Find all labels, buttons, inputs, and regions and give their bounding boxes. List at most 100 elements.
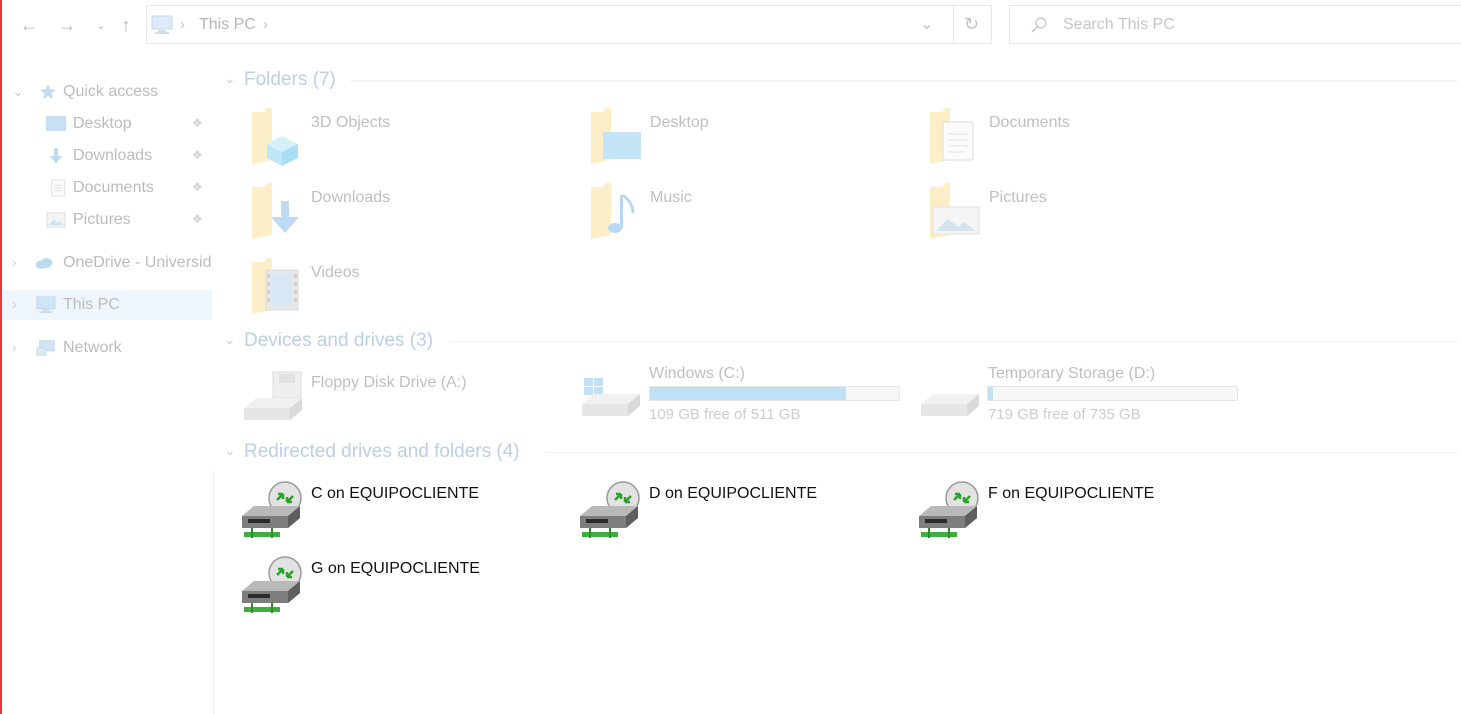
expand-chevron-icon[interactable]: › xyxy=(12,296,17,312)
floppy-drive-icon xyxy=(244,371,302,420)
drive-usage-bar xyxy=(987,386,1238,401)
search-box[interactable]: Search This PC xyxy=(1009,5,1461,44)
redirected-drive-g[interactable]: G on EQUIPOCLIENTE xyxy=(240,555,570,617)
group-title-devices[interactable]: Devices and drives (3) xyxy=(244,330,433,352)
folder-desktop[interactable]: Desktop xyxy=(589,106,909,170)
pin-icon[interactable]: ❖ xyxy=(192,116,203,130)
windows-drive-icon xyxy=(582,378,640,416)
back-arrow-icon[interactable]: ← xyxy=(18,14,40,36)
folder-documents[interactable]: Documents xyxy=(928,106,1248,170)
folder-videos[interactable]: Videos xyxy=(250,256,570,320)
cloud-icon xyxy=(35,258,53,269)
address-toolbar: ← → ⌄ ↑ › This PC › ⌄ ↻ Search This PC xyxy=(2,0,1461,50)
computer-icon xyxy=(151,15,173,34)
drive-temporary-d[interactable]: Temporary Storage (D:) 719 GB free of 73… xyxy=(919,362,1249,428)
item-label: Desktop xyxy=(650,114,709,131)
drive-usage-bar xyxy=(649,386,900,401)
item-label: Documents xyxy=(989,114,1070,131)
item-label: Videos xyxy=(311,264,360,281)
up-arrow-icon[interactable]: ↑ xyxy=(115,14,137,36)
star-icon xyxy=(39,83,57,100)
desktop-icon xyxy=(46,116,66,131)
group-divider xyxy=(450,341,1458,342)
folder-pictures[interactable]: Pictures xyxy=(928,181,1248,245)
redirected-drive-icon xyxy=(919,481,979,538)
nav-quick-access[interactable]: ⌄ Quick access xyxy=(2,77,212,107)
item-label: 3D Objects xyxy=(311,114,391,131)
nav-network[interactable]: › Network xyxy=(2,333,212,363)
address-bar[interactable]: › This PC › ⌄ ↻ xyxy=(146,5,992,44)
downloads-folder-icon xyxy=(252,183,299,239)
item-label: Pictures xyxy=(989,189,1047,206)
folder-music[interactable]: Music xyxy=(589,181,909,245)
refresh-icon[interactable]: ↻ xyxy=(964,14,979,35)
breadcrumb-this-pc[interactable]: This PC xyxy=(199,16,256,34)
forward-arrow-icon[interactable]: → xyxy=(56,14,78,36)
drive-windows-c[interactable]: Windows (C:) 109 GB free of 511 GB xyxy=(580,362,910,428)
pane-divider xyxy=(213,470,214,714)
group-title-redirected[interactable]: Redirected drives and folders (4) xyxy=(244,441,520,463)
item-label: Windows (C:) xyxy=(649,365,746,382)
nav-label: Quick access xyxy=(63,83,159,100)
item-label: Floppy Disk Drive (A:) xyxy=(311,374,467,391)
nav-label: Downloads xyxy=(73,147,153,164)
drive-free-space: 109 GB free of 511 GB xyxy=(649,406,801,423)
documents-folder-icon xyxy=(930,108,974,164)
redirected-drive-c[interactable]: C on EQUIPOCLIENTE xyxy=(240,480,570,542)
music-folder-icon xyxy=(591,183,635,239)
item-label: C on EQUIPOCLIENTE xyxy=(311,485,480,502)
item-label: D on EQUIPOCLIENTE xyxy=(649,485,818,502)
pin-icon[interactable]: ❖ xyxy=(192,180,203,194)
redirected-drive-d[interactable]: D on EQUIPOCLIENTE xyxy=(578,480,908,542)
address-divider xyxy=(953,6,954,43)
recent-locations-chevron-icon[interactable]: ⌄ xyxy=(90,14,112,36)
item-label: G on EQUIPOCLIENTE xyxy=(311,560,480,577)
item-label: Music xyxy=(650,189,692,206)
nav-downloads[interactable]: Downloads ❖ xyxy=(2,141,212,171)
address-history-dropdown-icon[interactable]: ⌄ xyxy=(920,14,933,34)
videos-folder-icon xyxy=(252,258,299,314)
group-divider xyxy=(350,80,1458,81)
download-icon xyxy=(49,147,63,164)
nav-label: This PC xyxy=(63,296,120,313)
nav-pictures[interactable]: Pictures ❖ xyxy=(2,205,212,235)
nav-onedrive[interactable]: › OneDrive - Universid xyxy=(2,248,212,278)
item-label: F on EQUIPOCLIENTE xyxy=(988,485,1155,502)
search-input[interactable]: Search This PC xyxy=(1063,16,1175,34)
navigation-pane: ⌄ Quick access Desktop ❖ Downloads ❖ Doc… xyxy=(2,60,212,714)
drive-usage-fill xyxy=(988,387,994,400)
nav-desktop[interactable]: Desktop ❖ xyxy=(2,109,212,139)
nav-label: Documents xyxy=(73,179,154,196)
expand-chevron-icon[interactable]: › xyxy=(12,254,17,270)
group-collapse-icon[interactable]: ⌄ xyxy=(224,331,236,348)
nav-label: Network xyxy=(63,339,122,356)
redirected-drive-icon xyxy=(580,481,640,538)
nav-label: Pictures xyxy=(73,211,131,228)
pin-icon[interactable]: ❖ xyxy=(192,212,203,226)
pin-icon[interactable]: ❖ xyxy=(192,148,203,162)
nav-label: Desktop xyxy=(73,115,132,132)
group-collapse-icon[interactable]: ⌄ xyxy=(224,442,236,459)
folder-3d-objects[interactable]: 3D Objects xyxy=(250,106,570,170)
drive-usage-fill xyxy=(650,387,846,400)
collapse-chevron-icon[interactable]: ⌄ xyxy=(12,83,24,100)
pictures-folder-icon xyxy=(930,183,980,239)
nav-documents[interactable]: Documents ❖ xyxy=(2,173,212,203)
hard-drive-icon xyxy=(921,394,979,416)
breadcrumb-separator-icon[interactable]: › xyxy=(263,16,268,33)
breadcrumb-separator-icon: › xyxy=(180,16,185,33)
document-icon xyxy=(51,179,65,197)
redirected-drive-f[interactable]: F on EQUIPOCLIENTE xyxy=(917,480,1247,542)
nav-label: OneDrive - Universid xyxy=(63,254,211,271)
nav-this-pc[interactable]: › This PC xyxy=(2,290,212,320)
redirected-drive-icon xyxy=(242,556,302,613)
folder-downloads[interactable]: Downloads xyxy=(250,181,570,245)
group-collapse-icon[interactable]: ⌄ xyxy=(224,70,236,87)
pictures-icon xyxy=(46,212,66,228)
computer-icon xyxy=(36,296,56,314)
expand-chevron-icon[interactable]: › xyxy=(12,339,17,355)
item-label: Downloads xyxy=(311,189,391,206)
drive-floppy-a[interactable]: Floppy Disk Drive (A:) xyxy=(242,366,572,426)
group-title-folders[interactable]: Folders (7) xyxy=(244,69,336,91)
group-divider xyxy=(545,452,1458,453)
